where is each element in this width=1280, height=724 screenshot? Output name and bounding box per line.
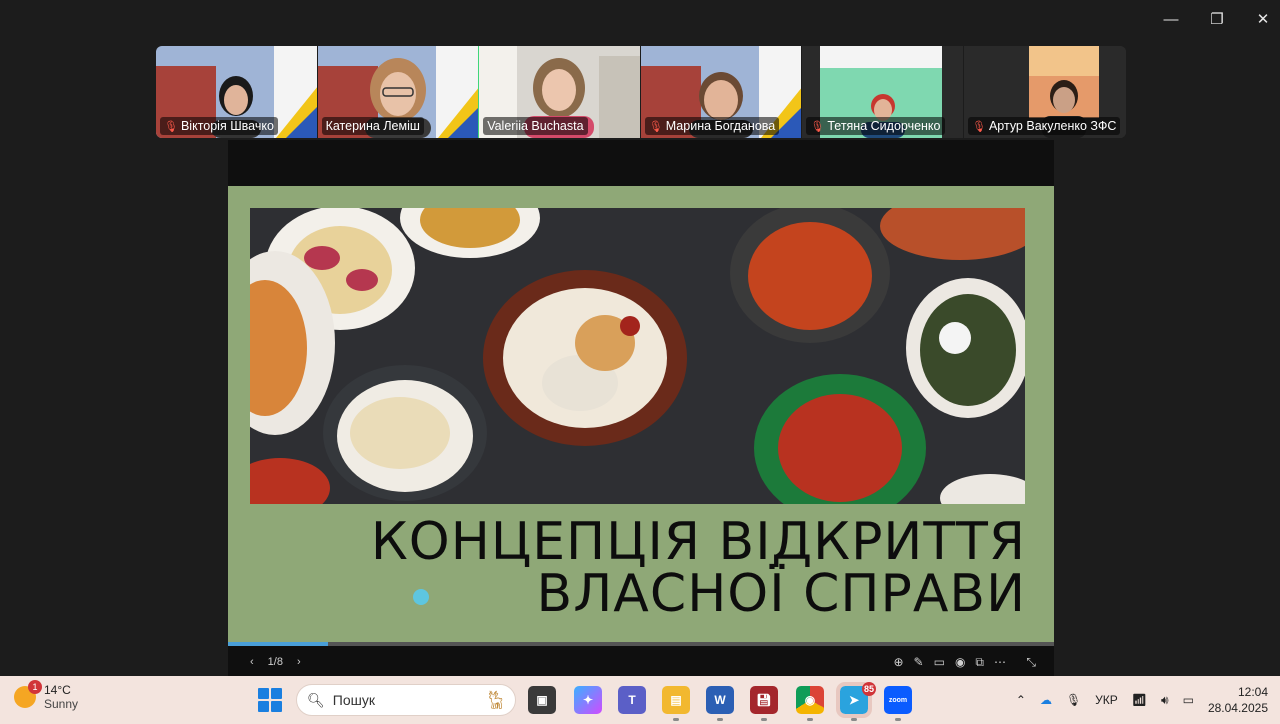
participant-name: Катерина Леміш [321, 117, 424, 135]
copilot-icon[interactable]: ✦ [574, 686, 602, 714]
telegram-icon[interactable]: ➤ 85 [836, 682, 876, 721]
participant-name: Valeriia Buchasta [483, 117, 588, 135]
onedrive-icon[interactable]: ☁ [1040, 693, 1052, 707]
start-button[interactable] [258, 688, 282, 712]
presentation-slide: КОНЦЕПЦІЯ ВІДКРИТТЯ ВЛАСНОЇ СПРАВИ [228, 186, 1054, 646]
telegram-badge: 85 [862, 682, 876, 696]
shared-screen[interactable]: КОНЦЕПЦІЯ ВІДКРИТТЯ ВЛАСНОЇ СПРАВИ ‹ 1/8… [228, 140, 1054, 676]
participant-tile-active[interactable]: Катерина Леміш [317, 46, 480, 138]
window-icon[interactable]: ⧉ [975, 655, 984, 670]
zoom-window: — ❐ ✕ 🎙 Вікторія Швачко Катерина Леміш V… [0, 0, 1280, 676]
microphone-icon[interactable]: 🎙︎ [1066, 693, 1081, 707]
mic-muted-icon: 🎙 [810, 120, 825, 133]
next-slide-button[interactable]: › [297, 656, 301, 668]
deer-icon: 🦌︎ [484, 689, 507, 710]
slide-progress [228, 642, 1054, 646]
weather-widget[interactable]: 1 14°C Sunny [14, 680, 79, 711]
search-box[interactable]: 🔍︎ Пошук 🦌︎ [296, 684, 516, 716]
minimize-button[interactable]: — [1148, 6, 1194, 32]
volume-icon[interactable]: 🔊︎ [1161, 693, 1169, 708]
participant-tile[interactable]: 🎙 Тетяна Сидорченко [802, 46, 964, 138]
pointer-dot [413, 589, 429, 605]
word-icon[interactable]: W [706, 686, 734, 721]
windows-taskbar: 1 14°C Sunny 🔍︎ Пошук 🦌︎ ▣ ✦ T ▤ W 💾︎ ◉ … [0, 676, 1280, 724]
slide-controls: ‹ 1/8 › ⊕ ✎ ▭ ◉ ⧉ ⋯ ⤡ [228, 648, 1054, 676]
slide-title: КОНЦЕПЦІЯ ВІДКРИТТЯ ВЛАСНОЇ СПРАВИ [370, 512, 1026, 624]
weather-temp: 14°C [44, 683, 71, 697]
prev-slide-button[interactable]: ‹ [250, 656, 254, 668]
pen-icon[interactable]: ✎ [914, 655, 924, 670]
sun-icon: 1 [14, 680, 42, 708]
exit-fullscreen-icon[interactable]: ⤡ [1026, 655, 1036, 670]
captions-icon[interactable]: ▭ [934, 655, 945, 670]
participant-name: 🎙 Вікторія Швачко [160, 117, 278, 135]
participant-strip: 🎙 Вікторія Швачко Катерина Леміш Valerii… [156, 46, 1126, 138]
restore-button[interactable]: ❐ [1194, 6, 1240, 32]
chrome-icon[interactable]: ◉ [796, 686, 824, 721]
more-icon[interactable]: ⋯ [994, 655, 1006, 670]
file-explorer-icon[interactable]: ▤ [662, 686, 690, 721]
save-app-icon[interactable]: 💾︎ [750, 686, 778, 721]
language-indicator[interactable]: УКР [1095, 693, 1118, 707]
mic-muted-icon: 🎙 [648, 120, 663, 133]
search-placeholder: Пошук [332, 692, 375, 708]
zoom-app-icon[interactable]: zoom [884, 686, 912, 721]
clock[interactable]: 12:04 28.04.2025 [1208, 684, 1268, 716]
mic-muted-icon: 🎙 [164, 120, 178, 133]
participant-name: 🎙 Марина Богданова [644, 117, 780, 135]
wifi-icon[interactable]: 📶︎ [1132, 693, 1147, 707]
search-icon: 🔍︎ [307, 691, 325, 708]
zoom-in-icon[interactable]: ⊕ [893, 655, 903, 670]
chevron-up-icon[interactable]: ⌃ [1016, 693, 1026, 707]
weather-desc: Sunny [44, 697, 79, 711]
close-button[interactable]: ✕ [1240, 6, 1280, 32]
task-view-icon[interactable]: ▣ [528, 686, 556, 714]
participant-tile[interactable]: Valeriia Buchasta [479, 46, 641, 138]
food-photo [250, 208, 1025, 504]
participant-name: 🎙 Артур Вакуленко ЗФС [967, 117, 1121, 135]
page-indicator: 1/8 [267, 656, 283, 668]
notification-badge: 1 [28, 680, 42, 694]
system-tray: ⌃ ☁ 🎙︎ УКР 📶︎ 🔊︎ ▭ 12:04 28.04.2025 [1016, 676, 1280, 724]
participant-tile[interactable]: 🎙 Артур Вакуленко ЗФС [963, 46, 1126, 138]
mic-muted-icon: 🎙 [971, 120, 986, 133]
teams-icon[interactable]: T [618, 686, 646, 714]
participant-tile[interactable]: 🎙 Марина Богданова [640, 46, 803, 138]
audio-icon[interactable]: ◉ [955, 655, 965, 670]
participant-tile[interactable]: 🎙 Вікторія Швачко [156, 46, 318, 138]
participant-name: 🎙 Тетяна Сидорченко [806, 117, 945, 135]
battery-icon[interactable]: ▭ [1183, 693, 1194, 707]
